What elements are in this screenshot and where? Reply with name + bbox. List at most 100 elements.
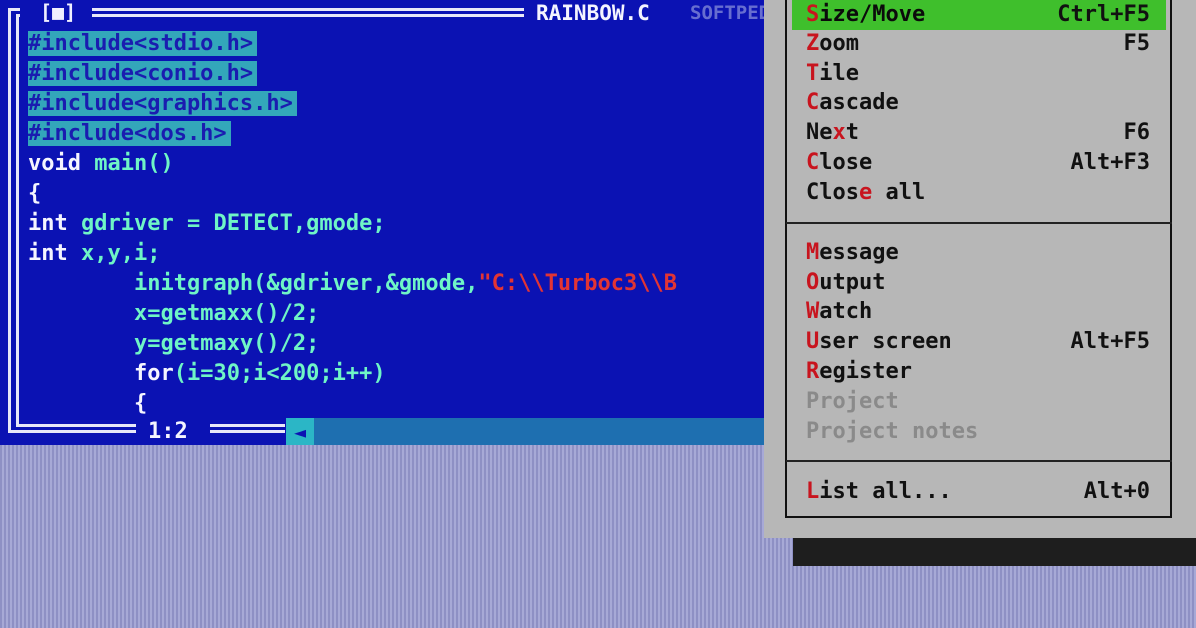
menu-item-label: User screen [806, 327, 952, 357]
menu-label-part: ize/Move [819, 2, 926, 27]
code-text: initgraph(&gdriver,&gmode, [133, 271, 479, 296]
window-close-box[interactable]: [■] [40, 0, 76, 24]
menu-item-zoom[interactable]: Zoom F5 [792, 29, 1166, 59]
code-line[interactable]: y=getmaxy()/2; [28, 329, 788, 359]
menu-hotkey-letter: e [858, 180, 873, 205]
menu-item-user-screen[interactable]: User screen Alt+F5 [792, 327, 1166, 357]
preprocessor-directive: #include<stdio.h> [28, 31, 258, 56]
menu-hotkey-letter: U [806, 329, 820, 354]
window-frame-left-outer [8, 8, 11, 433]
window-frame-left-inner [16, 14, 19, 425]
menu-item-shortcut: Alt+0 [1083, 479, 1150, 504]
cursor-position: 1:2 [148, 419, 188, 444]
code-line[interactable]: { [28, 389, 788, 419]
menu-label-part: essage [819, 240, 899, 265]
window-frame-bottom-outer-right [210, 430, 285, 433]
menu-item-label: Output [806, 268, 885, 298]
menu-hotkey-letter: x [832, 120, 846, 145]
menu-shadow [793, 538, 1196, 566]
menu-label-part: utput [819, 270, 886, 295]
preprocessor-directive: #include<dos.h> [28, 121, 231, 146]
menu-hotkey-letter: R [806, 359, 820, 384]
menu-item-list-all[interactable]: List all... Alt+0 [792, 477, 1166, 507]
window-frame-top-inner [92, 14, 524, 17]
string-literal: "C:\\Turboc3\\B [478, 271, 678, 296]
menu-hotkey-letter: M [806, 240, 820, 265]
menu-item-cascade[interactable]: Cascade [792, 88, 1166, 118]
menu-label-part: all [872, 180, 926, 205]
window-frame-bottom-inner-right [210, 424, 285, 427]
menu-label-part: atch [819, 299, 873, 324]
menu-hotkey-letter: L [806, 479, 820, 504]
code-line[interactable]: #include<conio.h> [28, 59, 788, 89]
menu-item-size-move[interactable]: Size/Move Ctrl+F5 [792, 0, 1166, 30]
window-frame-corner [8, 8, 20, 11]
code-text: gdriver = DETECT,gmode; [67, 211, 386, 236]
code-editor[interactable]: #include<stdio.h> #include<conio.h> #inclu… [28, 29, 788, 419]
menu-label-part: Project [806, 389, 899, 414]
menu-separator [786, 460, 1172, 462]
menu-item-output[interactable]: Output [792, 268, 1166, 298]
menu-item-shortcut: Ctrl+F5 [1057, 2, 1150, 27]
code-keyword: void [28, 151, 81, 176]
code-line[interactable]: for(i=30;i<200;i++) [28, 359, 788, 389]
code-line[interactable]: #include<dos.h> [28, 119, 788, 149]
menu-item-watch[interactable]: Watch [792, 297, 1166, 327]
preprocessor-directive: #include<conio.h> [28, 61, 258, 86]
menu-label-part: lose [819, 150, 873, 175]
menu-item-project-notes[interactable]: Project notes [792, 417, 1166, 447]
horizontal-scrollbar[interactable] [286, 418, 790, 445]
menu-hotkey-letter: T [806, 61, 820, 86]
menu-item-label: Watch [806, 297, 872, 327]
menu-separator [786, 222, 1172, 224]
code-text: x,y,i; [67, 241, 161, 266]
menu-item-label: Tile [806, 59, 859, 89]
menu-item-label: Next [806, 118, 859, 148]
menu-hotkey-letter: C [806, 90, 820, 115]
scroll-left-arrow-icon[interactable]: ◄ [286, 418, 314, 445]
menu-item-label: Message [806, 238, 899, 268]
code-line[interactable]: #include<graphics.h> [28, 89, 788, 119]
code-line[interactable]: #include<stdio.h> [28, 29, 788, 59]
code-line[interactable]: int x,y,i; [28, 239, 788, 269]
menu-item-label: Close [806, 148, 872, 178]
code-line[interactable]: initgraph(&gdriver,&gmode,"C:\\Turboc3\\… [28, 269, 788, 299]
code-keyword: { [28, 181, 42, 206]
code-line[interactable]: x=getmaxx()/2; [28, 299, 788, 329]
menu-item-project[interactable]: Project [792, 387, 1166, 417]
code-text: (i=30;i<200;i++) [173, 361, 386, 386]
menu-item-message[interactable]: Message [792, 238, 1166, 268]
menu-label-part: Project notes [806, 419, 979, 444]
menu-item-shortcut: F5 [1123, 31, 1151, 56]
editor-window[interactable]: [■] RAINBOW.C SOFTPEDIA #include<stdio.h… [0, 0, 790, 445]
code-line[interactable]: int gdriver = DETECT,gmode; [28, 209, 788, 239]
menu-hotkey-letter: C [806, 150, 820, 175]
menu-item-shortcut: F6 [1123, 120, 1151, 145]
menu-label-part: ile [819, 61, 859, 86]
menu-item-next[interactable]: Next F6 [792, 118, 1166, 148]
menu-item-label: Project notes [806, 417, 978, 447]
code-text: main() [80, 151, 174, 176]
menu-hotkey-letter: S [806, 2, 820, 27]
menu-item-close[interactable]: Close Alt+F3 [792, 148, 1166, 178]
menu-item-shortcut: Alt+F5 [1070, 329, 1150, 354]
menu-item-label: Close all [806, 178, 925, 208]
menu-label-part: ascade [819, 90, 899, 115]
code-line[interactable]: { [28, 179, 788, 209]
preprocessor-directive: #include<graphics.h> [28, 91, 297, 116]
code-text: y=getmaxy()/2; [133, 331, 320, 356]
code-line[interactable]: void main() [28, 149, 788, 179]
code-keyword: for [133, 361, 174, 386]
menu-hotkey-letter: W [806, 299, 820, 324]
menu-item-close-all[interactable]: Close all [792, 178, 1166, 208]
menu-item-register[interactable]: Register [792, 357, 1166, 387]
menu-item-label: Cascade [806, 88, 899, 118]
menu-label-part: Ne [806, 120, 833, 145]
menu-hotkey-letter: O [806, 270, 820, 295]
menu-item-tile[interactable]: Tile [792, 59, 1166, 89]
menu-label-part: egister [819, 359, 912, 384]
menu-label-part: Clos [806, 180, 859, 205]
